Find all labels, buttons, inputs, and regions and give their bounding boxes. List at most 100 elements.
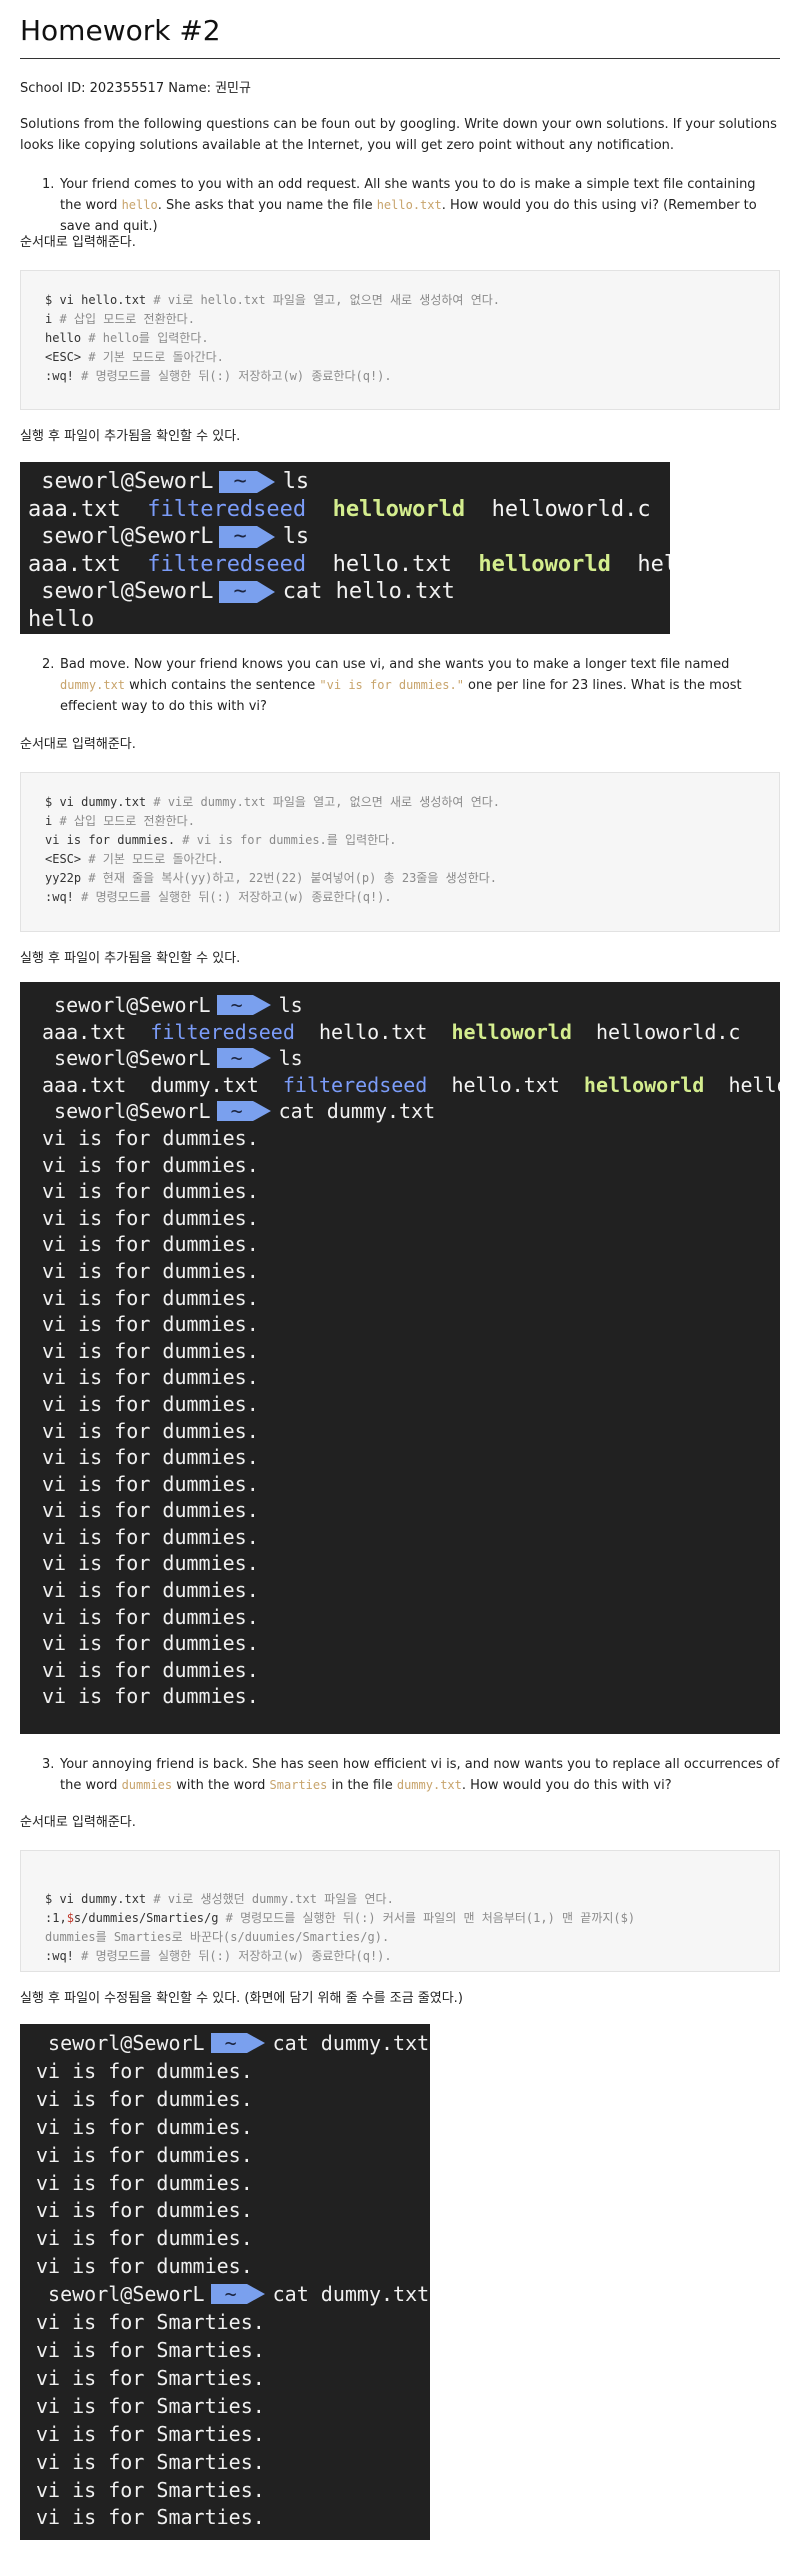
prompt-directory: ~ xyxy=(219,526,276,548)
terminal-command: cat dummy.txt xyxy=(272,2031,430,2055)
file-entry: helloworld xyxy=(332,496,466,522)
terminal-command: ls xyxy=(278,993,303,1017)
file-entry: hello.txt xyxy=(332,551,452,577)
inline-code: hello xyxy=(121,198,158,212)
terminal-output-line: vi is for dummies. xyxy=(36,2142,253,2167)
inline-code: dummy.txt xyxy=(396,1778,462,1792)
school-info: School ID: 202355517 Name: 권민규 xyxy=(20,81,251,96)
terminal-output-line: vi is for dummies. xyxy=(42,1179,259,1204)
terminal-output-line: vi is for Smarties. xyxy=(36,2421,265,2446)
file-entry: filteredseed xyxy=(282,1072,428,1097)
question-text: . How would you do this with vi? xyxy=(461,1778,672,1793)
file-entry: helloworld.c xyxy=(728,1072,780,1097)
prompt-directory: ~ xyxy=(219,471,276,493)
question-3: 3. Your annoying friend is back. She has… xyxy=(42,1754,780,1796)
prompt-line: seworl@SeworL ~ cat dummy.txt xyxy=(42,1098,758,1125)
prompt-line: seworl@SeworL ~ cat hello.txt xyxy=(28,578,662,606)
intro-paragraph: Solutions from the following questions c… xyxy=(20,117,777,153)
file-entry: filteredseed xyxy=(147,551,307,577)
terminal-command: cat dummy.txt xyxy=(272,2282,430,2307)
terminal-screenshot: seworl@SeworL ~ ls aaa.txt filteredseed hel… xyxy=(20,462,670,634)
question-text: which contains the sentence xyxy=(125,678,320,693)
terminal-output-line: vi is for dummies. xyxy=(42,1578,259,1603)
terminal-command: cat hello.txt xyxy=(282,579,455,604)
prompt-user: seworl@SeworL xyxy=(41,469,214,494)
terminal-output-line: vi is for dummies. xyxy=(42,1684,259,1709)
inline-code: "vi is for dummies." xyxy=(319,678,464,692)
question-text: Bad move. Now your friend knows you can … xyxy=(60,657,730,672)
answer-note: 순서대로 입력해준다. xyxy=(20,235,136,250)
terminal-output-line: vi is for dummies. xyxy=(42,1604,259,1629)
prompt-line: seworl@SeworL ~ cat dummy.txt xyxy=(36,2281,429,2309)
terminal-output-line: vi is for dummies. xyxy=(42,1471,259,1496)
ls-output: aaa.txt filteredseed hello.txt helloworl… xyxy=(28,551,670,579)
prompt-user: seworl@SeworL xyxy=(48,2031,205,2055)
question-1: 1. Your friend comes to you with an odd … xyxy=(42,174,780,237)
prompt-directory: ~ xyxy=(219,581,276,603)
prompt-user: seworl@SeworL xyxy=(54,1046,211,1071)
terminal-output-line: vi is for Smarties. xyxy=(36,2337,265,2362)
prompt-directory: ~ xyxy=(210,2284,265,2305)
terminal-output-line: vi is for Smarties. xyxy=(36,2449,265,2474)
code-line: $ vi dummy.txt # vi로 dummy.txt 파일을 열고, 없… xyxy=(45,795,500,809)
code-line: hello # hello를 입력한다. xyxy=(45,331,209,345)
prompt-user: seworl@SeworL xyxy=(48,2282,205,2307)
terminal-output-line: vi is for dummies. xyxy=(36,2086,253,2111)
terminal-output-line: vi is for dummies. xyxy=(36,2058,253,2083)
terminal-output-line: hello xyxy=(28,606,95,632)
terminal-output-line: vi is for dummies. xyxy=(42,1232,259,1257)
file-entry: filteredseed xyxy=(147,496,307,522)
prompt-user: seworl@SeworL xyxy=(41,524,214,549)
terminal-output-line: vi is for dummies. xyxy=(36,2254,253,2279)
result-note: 실행 후 파일이 수정됨을 확인할 수 있다. (화면에 담기 위해 줄 수를 … xyxy=(20,1991,463,2006)
file-entry: helloworld xyxy=(478,551,611,577)
code-line: i # 삽입 모드로 전환한다. xyxy=(45,312,195,326)
terminal-output-line: vi is for dummies. xyxy=(42,1285,259,1310)
ls-output: aaa.txt dummy.txt filteredseed hello.txt… xyxy=(42,1072,780,1099)
code-line: <ESC> # 기본 모드로 돌아간다. xyxy=(45,350,224,364)
code-line: :wq! # 명령모드를 실행한 뒤(:) 저장하고(w) 종료한다(q!). xyxy=(45,369,392,383)
terminal-output-line: vi is for dummies. xyxy=(42,1152,259,1177)
prompt-line: seworl@SeworL ~ ls xyxy=(28,523,662,551)
question-text: . She asks that you name the file xyxy=(157,198,377,213)
question-2: 2. Bad move. Now your friend knows you c… xyxy=(42,654,780,717)
terminal-output-line: vi is for dummies. xyxy=(42,1205,259,1230)
file-entry: aaa.txt xyxy=(28,496,121,522)
prompt-directory: ~ xyxy=(216,995,271,1015)
code-line: i # 삽입 모드로 전환한다. xyxy=(45,814,195,828)
prompt-directory: ~ xyxy=(216,1048,271,1069)
question-text: with the word xyxy=(172,1778,270,1793)
terminal-screenshot: seworl@SeworL ~ cat dummy.txt vi is for dum… xyxy=(20,2024,430,2540)
terminal-output-line: vi is for dummies. xyxy=(36,2226,253,2251)
terminal-output-line: vi is for dummies. xyxy=(42,1524,259,1549)
file-entry: aaa.txt xyxy=(28,551,121,577)
file-entry: helloworld.c xyxy=(595,1019,741,1044)
file-entry: helloworld xyxy=(451,1019,572,1044)
terminal-output-line: vi is for dummies. xyxy=(42,1312,259,1337)
prompt-line: seworl@SeworL ~ ls xyxy=(42,992,758,1019)
terminal-screenshot: seworl@SeworL ~ ls aaa.txt filteredseed hel… xyxy=(20,982,780,1734)
terminal-output-line: vi is for dummies. xyxy=(42,1657,259,1682)
question-text: in the file xyxy=(327,1778,397,1793)
title-divider xyxy=(20,58,780,59)
terminal-output-line: vi is for Smarties. xyxy=(36,2477,265,2502)
terminal-output-line: vi is for dummies. xyxy=(42,1498,259,1523)
terminal-output-line: vi is for dummies. xyxy=(42,1418,259,1443)
code-block: $ vi dummy.txt # vi로 dummy.txt 파일을 열고, 없… xyxy=(20,772,780,932)
inline-code: Smarties xyxy=(269,1778,328,1792)
inline-code: hello.txt xyxy=(376,198,442,212)
code-line: <ESC> # 기본 모드로 돌아간다. xyxy=(45,852,224,866)
file-entry: dummy.txt xyxy=(150,1072,259,1097)
terminal-output-line: vi is for dummies. xyxy=(42,1258,259,1283)
ls-output: aaa.txt filteredseed hello.txt helloworl… xyxy=(42,1019,758,1046)
terminal-output-line: vi is for Smarties. xyxy=(36,2393,265,2418)
code-line: dummies를 Smarties로 바꾼다(s/duumies/Smartie… xyxy=(45,1930,390,1944)
prompt-user: seworl@SeworL xyxy=(54,993,211,1017)
question-number: 2. xyxy=(42,657,55,672)
code-line: :wq! # 명령모드를 실행한 뒤(:) 저장하고(w) 종료한다(q!). xyxy=(45,890,392,904)
result-note: 실행 후 파일이 추가됨을 확인할 수 있다. xyxy=(20,951,241,966)
code-line: $ vi hello.txt # vi로 hello.txt 파일을 열고, 없… xyxy=(45,293,500,307)
terminal-output-line: vi is for Smarties. xyxy=(36,2310,265,2335)
result-note: 실행 후 파일이 추가됨을 확인할 수 있다. xyxy=(20,429,241,444)
terminal-command: ls xyxy=(282,469,310,494)
